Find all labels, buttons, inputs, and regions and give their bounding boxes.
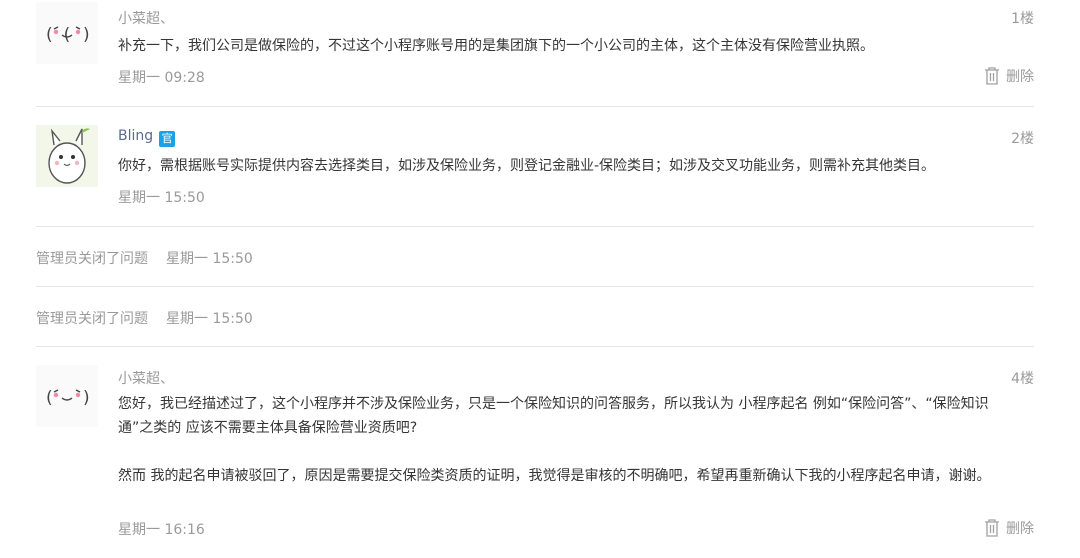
author-label: Bling bbox=[118, 128, 154, 144]
kaomoji-face-icon: ( ) bbox=[36, 365, 98, 427]
reply-post-4: ( ) 小菜超、 4楼 您好，我已经描述过了，这个小程序并不涉及保险业务，只是一… bbox=[36, 347, 1034, 558]
post-content: 您好，我已经描述过了，这个小程序并不涉及保险业务，只是一个保险知识的问答服务，所… bbox=[118, 392, 998, 488]
post-paragraph: 你好，需根据账号实际提供内容去选择类目，如涉及保险业务，则登记金融业-保险类目；… bbox=[118, 158, 936, 174]
post-paragraph: 然而 我的起名申请被驳回了，原因是需要提交保险类资质的证明，我觉得是审核的不明确… bbox=[118, 468, 991, 484]
svg-text:(: ( bbox=[46, 25, 53, 45]
system-event-text: 管理员关闭了问题 bbox=[36, 251, 148, 267]
post-paragraph: 您好，我已经描述过了，这个小程序并不涉及保险业务，只是一个保险知识的问答服务，所… bbox=[118, 396, 989, 436]
system-event-time: 星期一 15:50 bbox=[166, 311, 253, 327]
bunny-mascot-icon bbox=[36, 125, 98, 187]
floor-number: 2楼 bbox=[1011, 131, 1034, 147]
post-time: 星期一 15:50 bbox=[118, 190, 205, 206]
post-time: 星期一 16:16 bbox=[118, 522, 205, 538]
delete-button[interactable]: 删除 bbox=[984, 518, 1034, 538]
author-name[interactable]: Bling 官 bbox=[118, 128, 176, 147]
post-time: 星期一 09:28 bbox=[118, 70, 205, 86]
delete-label: 删除 bbox=[1006, 521, 1034, 537]
avatar[interactable] bbox=[36, 125, 98, 187]
svg-text:(: ( bbox=[46, 388, 53, 408]
divider bbox=[36, 226, 1034, 227]
svg-text:): ) bbox=[83, 25, 90, 45]
reply-post-2: Bling 官 2楼 你好，需根据账号实际提供内容去选择类目，如涉及保险业务，则登… bbox=[36, 107, 1034, 225]
floor-number: 1楼 bbox=[1011, 11, 1034, 27]
kaomoji-face-icon: ( ( ) bbox=[36, 2, 98, 64]
floor-number: 4楼 bbox=[1011, 371, 1034, 387]
author-name[interactable]: 小菜超、 bbox=[118, 368, 174, 388]
delete-button[interactable]: 删除 bbox=[984, 66, 1034, 86]
official-badge: 官 bbox=[159, 131, 176, 147]
trash-icon bbox=[985, 519, 999, 537]
author-name[interactable]: 小菜超、 bbox=[118, 8, 174, 28]
svg-text:): ) bbox=[83, 388, 90, 408]
system-event-text: 管理员关闭了问题 bbox=[36, 311, 148, 327]
post-content: 你好，需根据账号实际提供内容去选择类目，如涉及保险业务，则登记金融业-保险类目；… bbox=[118, 154, 998, 178]
system-event: 管理员关闭了问题 星期一 15:50 bbox=[36, 308, 253, 328]
divider bbox=[36, 286, 1034, 287]
post-paragraph: 补充一下，我们公司是做保险的，不过这个小程序账号用的是集团旗下的一个小公司的主体… bbox=[118, 38, 874, 54]
svg-text:(: ( bbox=[64, 25, 71, 45]
trash-icon bbox=[985, 67, 999, 85]
avatar[interactable]: ( ( ) bbox=[36, 2, 98, 64]
reply-post-1: ( ( ) 小菜超、 1楼 补充一下，我们公司是做保险的，不过这个小程序账号用的… bbox=[36, 0, 1034, 106]
system-event: 管理员关闭了问题 星期一 15:50 bbox=[36, 248, 253, 268]
system-event-time: 星期一 15:50 bbox=[166, 251, 253, 267]
avatar[interactable]: ( ) bbox=[36, 365, 98, 427]
post-content: 补充一下，我们公司是做保险的，不过这个小程序账号用的是集团旗下的一个小公司的主体… bbox=[118, 34, 998, 58]
delete-label: 删除 bbox=[1006, 69, 1034, 85]
